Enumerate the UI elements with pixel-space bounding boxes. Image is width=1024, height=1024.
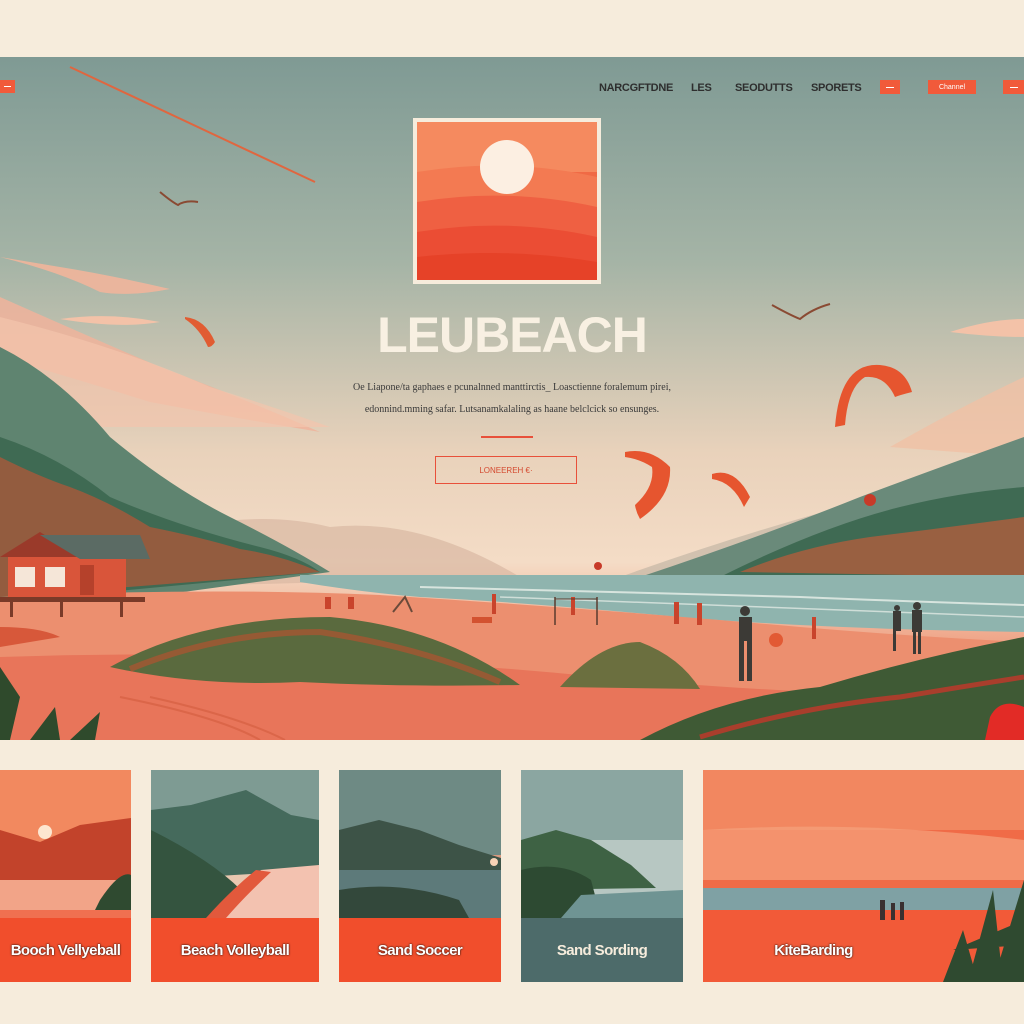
nav-link-3[interactable]: SEODUTTS: [735, 82, 793, 94]
tagline-line-2: edonnind.mming safar. Lutsanamkalaling a…: [364, 404, 660, 415]
cta-button[interactable]: LONEEREH €·: [435, 456, 577, 484]
menu-icon[interactable]: [0, 80, 15, 93]
hamburger-icon[interactable]: [1003, 80, 1024, 94]
sport-card-3[interactable]: Sand Soccer: [339, 770, 501, 982]
page: NARCGFTDNE LES SEODUTTS SPORETS Channel …: [0, 0, 1024, 1024]
logo: [413, 118, 601, 284]
nav-link-2[interactable]: LES: [691, 82, 712, 94]
sport-card-1-label: Booch Vellyeball: [10, 941, 121, 959]
title-divider: [481, 436, 533, 438]
sport-card-5[interactable]: KiteBarding: [703, 770, 1024, 982]
sport-card-5-label: KiteBarding: [774, 941, 853, 959]
nav-link-4[interactable]: SPORETS: [811, 82, 862, 94]
sport-card-4[interactable]: Sand Sording: [521, 770, 683, 982]
nav-link-1[interactable]: NARCGFTDNE: [599, 82, 673, 94]
nav-square-button[interactable]: [880, 80, 900, 94]
sport-card-3-label: Sand Soccer: [377, 941, 463, 959]
brand-title: LEUBEACH: [377, 307, 648, 363]
sport-card-2-label: Beach Volleyball: [180, 941, 290, 959]
tagline-line-1: Oe Liapone/ta gaphaes e pcunalnned mantt…: [353, 382, 671, 393]
sport-card-1[interactable]: Booch Vellyeball: [0, 770, 131, 982]
sport-card-4-label: Sand Sording: [556, 941, 648, 959]
channel-button[interactable]: Channel: [928, 80, 976, 94]
hero-banner: [0, 57, 1024, 740]
sport-card-2[interactable]: Beach Volleyball: [151, 770, 319, 982]
